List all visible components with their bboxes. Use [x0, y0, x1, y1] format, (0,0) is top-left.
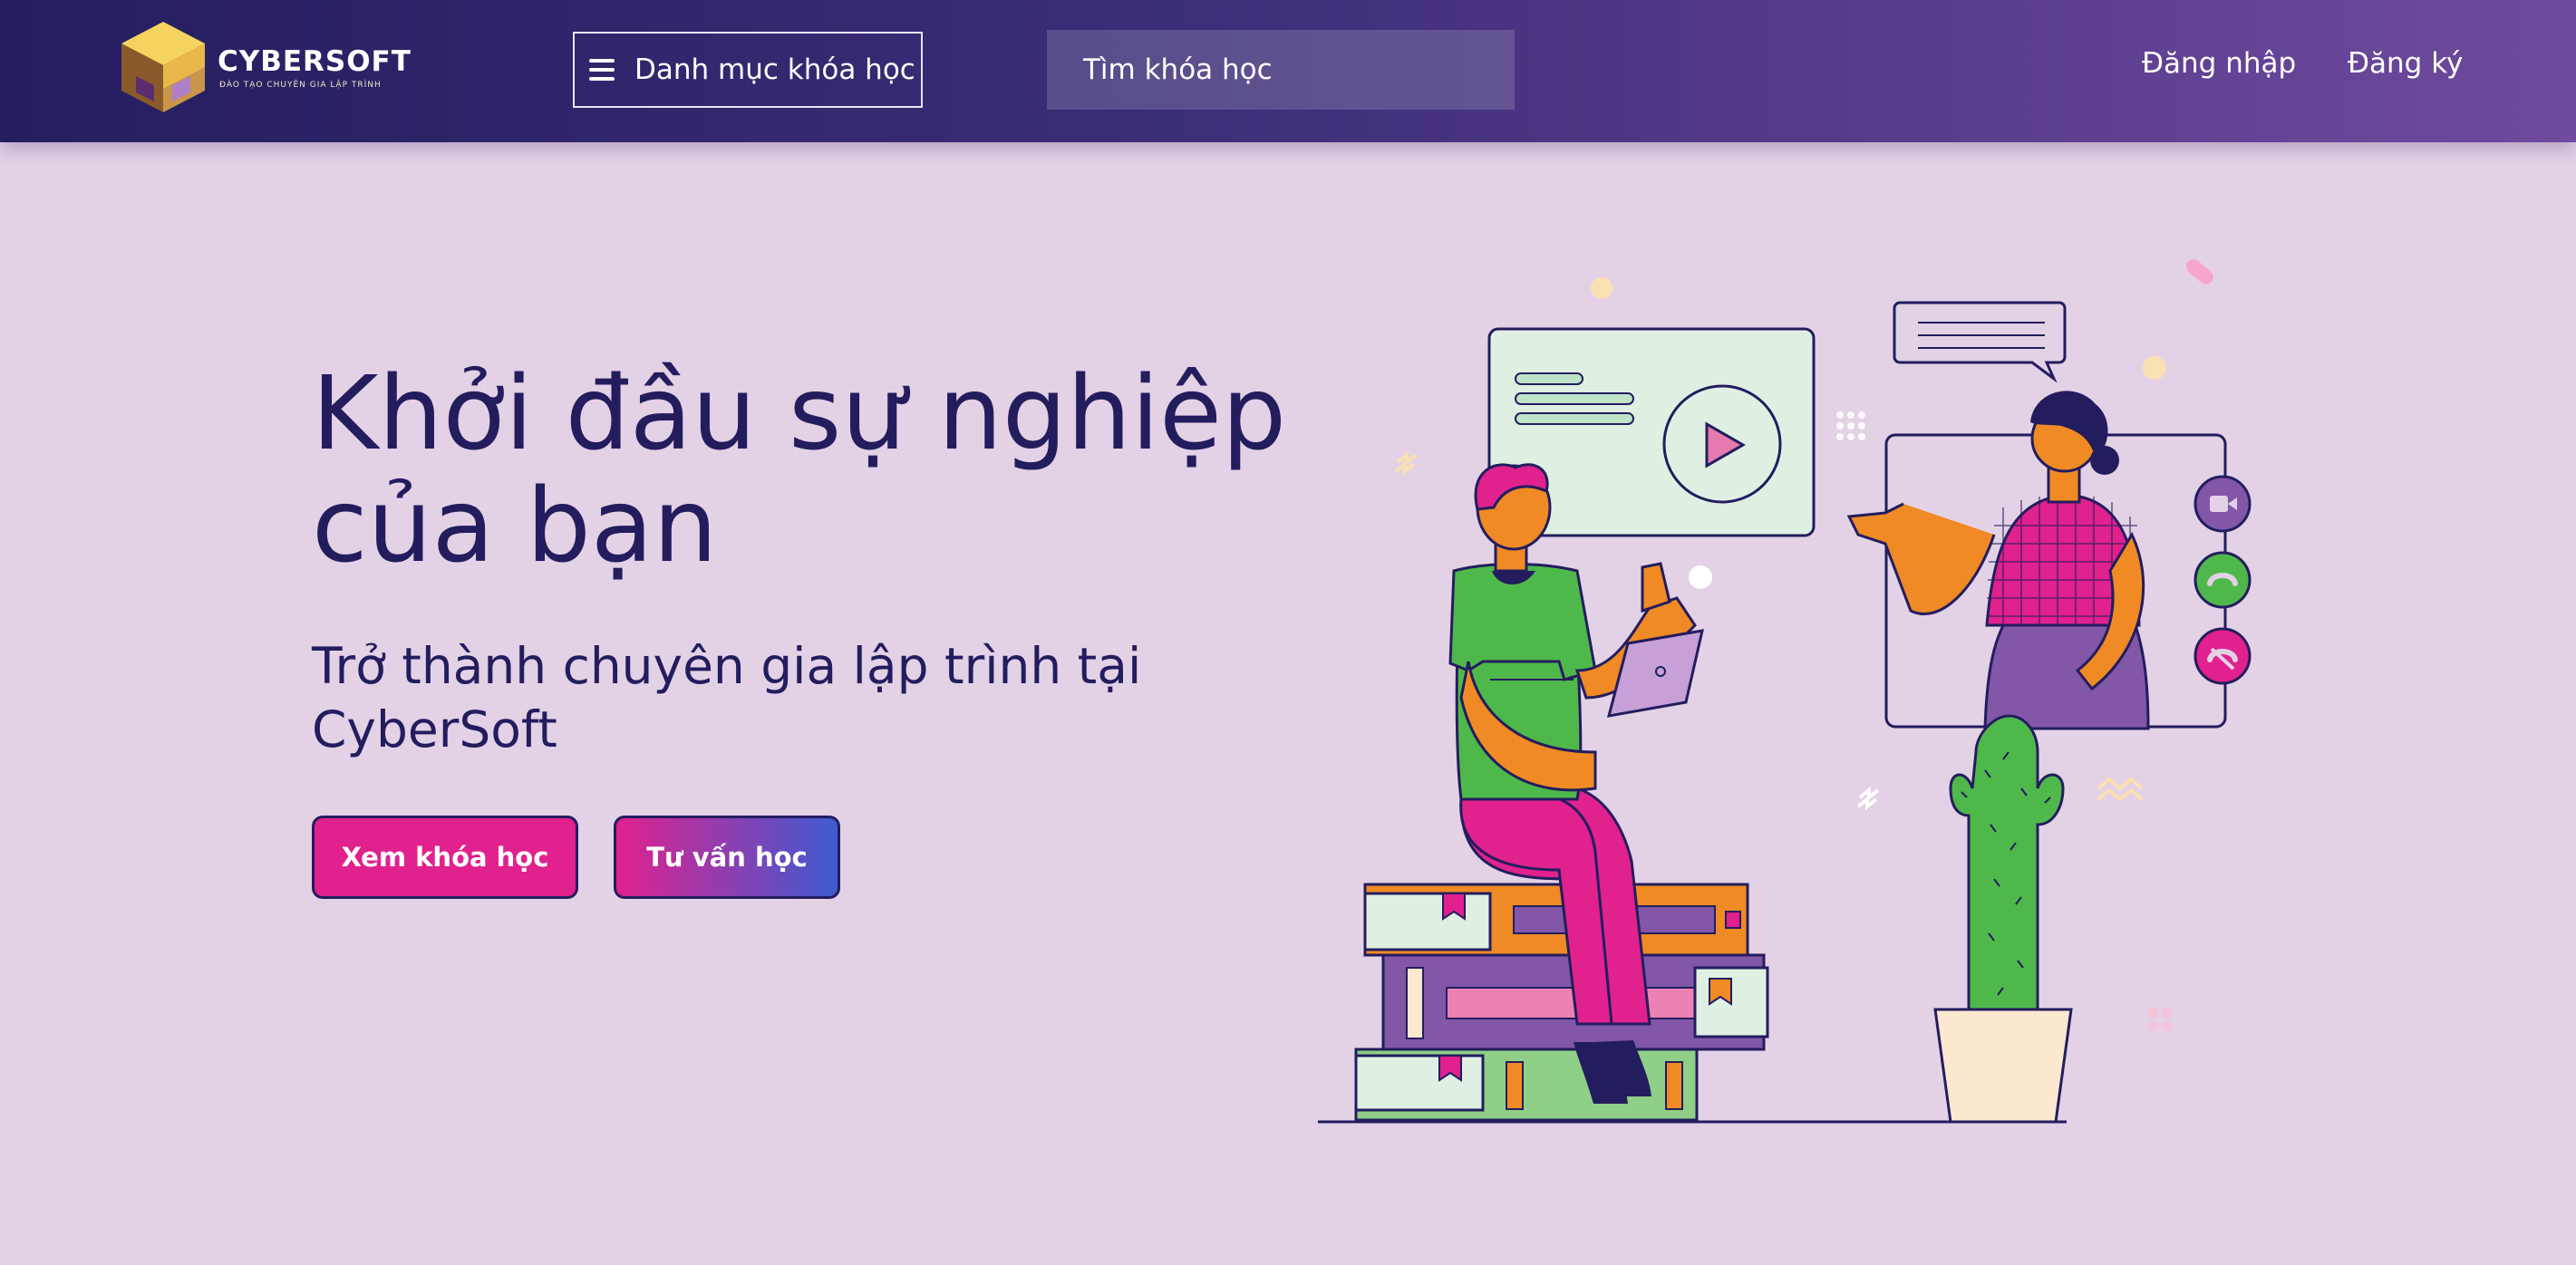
- login-link[interactable]: Đăng nhập: [2142, 47, 2296, 80]
- hero-title: Khởi đầu sự nghiệp của bạn: [312, 358, 1327, 583]
- course-category-label: Danh mục khóa học: [634, 53, 915, 86]
- consultation-button[interactable]: Tư vấn học: [614, 816, 840, 899]
- top-navigation-bar: CYBERSOFT ĐÀO TẠO CHUYÊN GIA LẬP TRÌNH D…: [0, 0, 2576, 142]
- phone-hangup-icon: [2193, 627, 2252, 685]
- view-courses-button[interactable]: Xem khóa học: [312, 816, 578, 899]
- logo-tagline: ĐÀO TẠO CHUYÊN GIA LẬP TRÌNH: [219, 81, 382, 90]
- video-camera-icon: [2193, 475, 2252, 533]
- hero-subtitle: Trở thành chuyên gia lập trình tại Cyber…: [312, 634, 1182, 761]
- course-category-button[interactable]: Danh mục khóa học: [573, 32, 923, 108]
- hero-title-line1: Khởi đầu sự nghiệp: [312, 355, 1287, 473]
- cybersoft-logo[interactable]: CYBERSOFT ĐÀO TẠO CHUYÊN GIA LẬP TRÌNH: [118, 20, 426, 120]
- hero-subtitle-line2: CyberSoft: [312, 700, 557, 758]
- logo-text: CYBERSOFT: [218, 45, 412, 78]
- hamburger-icon: [589, 59, 615, 81]
- course-search-input[interactable]: [1047, 30, 1515, 110]
- phone-icon: [2193, 551, 2252, 609]
- register-link[interactable]: Đăng ký: [2348, 47, 2463, 80]
- hero-illustration: [1318, 259, 2252, 1124]
- hero-title-line2: của bạn: [312, 468, 718, 585]
- cube-logo-icon: [121, 22, 205, 112]
- hero-subtitle-line1: Trở thành chuyên gia lập trình tại: [312, 637, 1142, 695]
